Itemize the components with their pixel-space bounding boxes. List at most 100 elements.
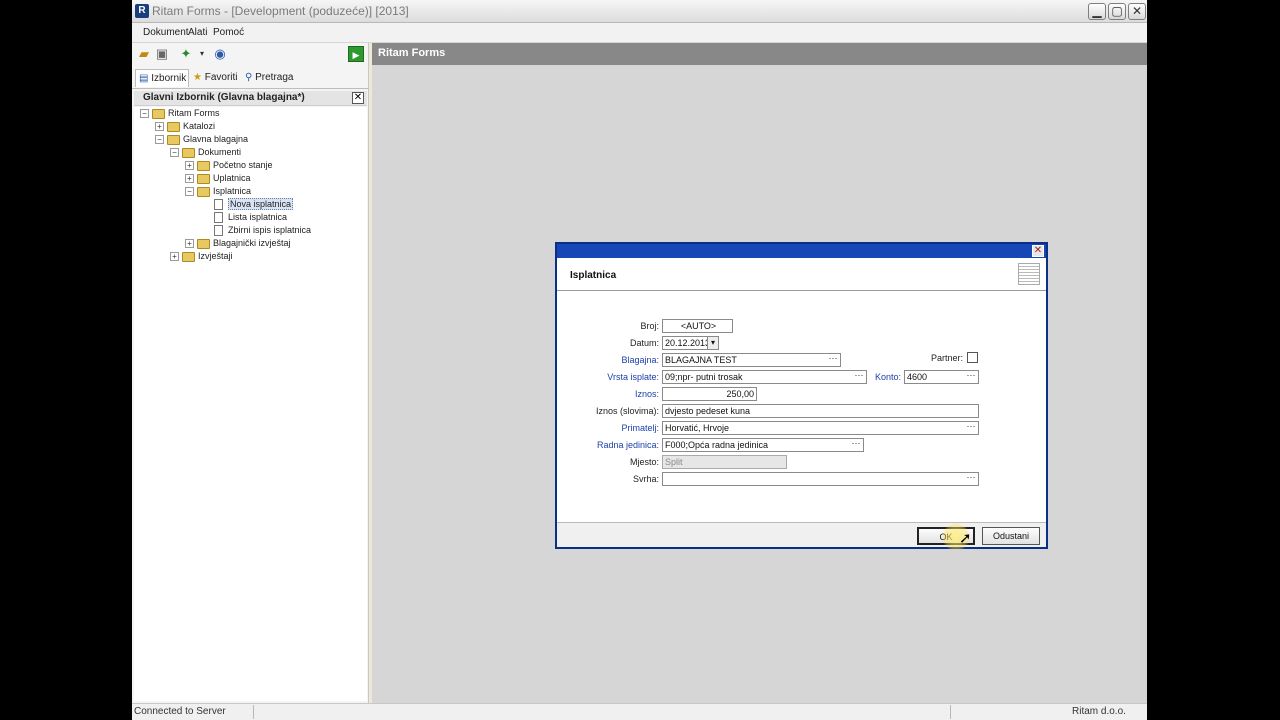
maximize-button[interactable]: ▢ [1108,3,1126,20]
primatelj-label: Primatelj: [621,423,659,433]
folder-icon [182,147,195,158]
tree-item[interactable]: + Uplatnica [134,172,367,185]
radna-jedinica-lookup-icon[interactable]: ··· [849,439,863,451]
blagajna-lookup-icon[interactable]: ··· [826,354,840,366]
tree-item-label: Uplatnica [213,173,251,183]
svrha-field[interactable]: ··· [662,472,979,486]
tab-favoriti[interactable]: ★ Favoriti [190,69,242,87]
tree-item[interactable]: − Glavna blagajna [134,133,367,146]
konto-field[interactable]: 4600 ··· [904,370,979,384]
folder-icon [197,160,210,171]
expand-icon[interactable]: + [155,122,164,132]
run-icon[interactable]: ▶ [348,46,364,62]
search-icon: ⚲ [245,72,253,83]
expand-icon[interactable]: + [185,161,194,171]
collapse-icon[interactable]: − [155,135,164,145]
workspace-header: Ritam Forms [372,43,1147,65]
document-icon [214,225,223,237]
title-bar: R Ritam Forms - [Development (poduzeće)]… [132,0,1147,23]
isplatnica-dialog: ✕ Isplatnica Broj: <AUTO> Datum: 20.12.2… [555,242,1048,551]
minimize-button[interactable]: ▁ [1088,3,1106,20]
app-icon: R [135,4,149,18]
tree-item-label: Početno stanje [213,160,273,170]
iznos-slovima-field[interactable]: dvjesto pedeset kuna [662,404,979,418]
tree-item[interactable]: + Blagajnički izvještaj [134,237,367,250]
folder-icon [167,121,180,132]
tree-item[interactable]: + Početno stanje [134,159,367,172]
dropdown-arrow-icon[interactable]: ▾ [194,46,210,62]
tree-item-label: Dokumenti [198,147,242,157]
tree-item[interactable]: + Katalozi [134,120,367,133]
status-company: Ritam d.o.o. [1072,706,1126,717]
tree-item[interactable]: Zbirni ispis isplatnica [134,224,367,237]
tree-item[interactable]: − Dokumenti [134,146,367,159]
primatelj-value: Horvatić, Hrvoje [665,423,730,433]
globe-icon[interactable]: ◉ [212,46,228,62]
tree-item[interactable]: Nova isplatnica [134,198,367,211]
collapse-icon[interactable]: − [185,187,194,197]
panel-close-icon[interactable]: ✕ [352,92,364,104]
status-bar: Connected to Server Ritam d.o.o. [132,703,1147,720]
menu-dokument[interactable]: Dokument [143,27,189,38]
panel-header: Glavni Izbornik (Glavna blagajna*) ✕ [134,91,367,106]
document-icon [214,212,223,224]
collapse-icon[interactable]: − [170,148,179,158]
expand-icon[interactable]: + [185,239,194,249]
menu-alati[interactable]: Alati [188,27,207,38]
broj-label: Broj: [640,321,659,331]
menu-icon: ▤ [139,73,149,84]
tree-item-label: Blagajnički izvještaj [213,238,291,248]
dialog-close-button[interactable]: ✕ [1032,245,1044,257]
tab-pretraga-label: Pretraga [255,72,294,83]
mjesto-label: Mjesto: [629,457,659,467]
tree-item[interactable]: Lista isplatnica [134,211,367,224]
tree-item[interactable]: − Isplatnica [134,185,367,198]
navigation-panel: ▰ ▣ ✦ ▾ ◉ ▶ ▤ Izbornik ★ Favoriti ⚲ Pret… [132,43,369,703]
datum-field[interactable]: 20.12.2013 ▾ [662,336,719,350]
tab-favoriti-label: Favoriti [204,72,238,83]
tree-item-label: Katalozi [183,121,216,131]
menu-tree: − Ritam Forms + Katalozi − Glavna blagajna − Do… [134,107,367,701]
tab-izbornik-label: Izbornik [151,73,187,84]
partner-checkbox[interactable] [967,352,978,363]
mjesto-field: Split [662,455,787,469]
expand-icon[interactable]: + [170,252,179,262]
folder-icon [197,238,210,249]
primatelj-field[interactable]: Horvatić, Hrvoje ··· [662,421,979,435]
konto-value: 4600 [907,372,928,382]
dialog-title-bar: ✕ [557,244,1046,258]
blagajna-label: Blagajna: [621,355,659,365]
status-divider [950,705,951,719]
blagajna-field[interactable]: BLAGAJNA TEST ··· [662,353,841,367]
tree-item-label: Nova isplatnica [228,198,294,210]
partner-label: Partner: [930,353,963,363]
cancel-button[interactable]: Odustani [982,527,1040,545]
tree-item[interactable]: + Izvještaji [134,250,367,263]
menu-bar: Dokument Alati Pomoć [132,23,1147,43]
folder-icon [197,186,210,197]
primatelj-lookup-icon[interactable]: ··· [964,422,978,434]
save-icon[interactable]: ▣ [154,46,170,62]
tab-pretraga[interactable]: ⚲ Pretraga [242,69,302,87]
radna-jedinica-field[interactable]: F000;Opća radna jedinica ··· [662,438,864,452]
panel-title: Glavni Izbornik (Glavna blagajna*) [143,92,305,103]
broj-field[interactable]: <AUTO> [662,319,733,333]
datum-dropdown-icon[interactable]: ▾ [707,337,718,349]
open-folder-icon[interactable]: ▰ [136,46,152,62]
konto-label: Konto: [874,372,901,382]
expand-icon[interactable]: + [185,174,194,184]
tree-item[interactable]: − Ritam Forms [134,107,367,120]
window-title: Ritam Forms - [Development (poduzeće)] [… [152,4,409,18]
tree-item-label: Isplatnica [213,186,252,196]
iznos-field[interactable]: 250,00 [662,387,757,401]
status-divider [253,705,254,719]
konto-lookup-icon[interactable]: ··· [964,371,978,383]
svrha-lookup-icon[interactable]: ··· [964,473,978,485]
bookmark-icon[interactable]: ✦ [178,46,194,62]
collapse-icon[interactable]: − [140,109,149,119]
iznos-label: Iznos: [634,389,659,399]
tab-izbornik[interactable]: ▤ Izbornik [135,69,189,87]
close-button[interactable]: ✕ [1128,3,1146,20]
menu-pomoc[interactable]: Pomoć [213,27,244,38]
svrha-label: Svrha: [632,474,659,484]
